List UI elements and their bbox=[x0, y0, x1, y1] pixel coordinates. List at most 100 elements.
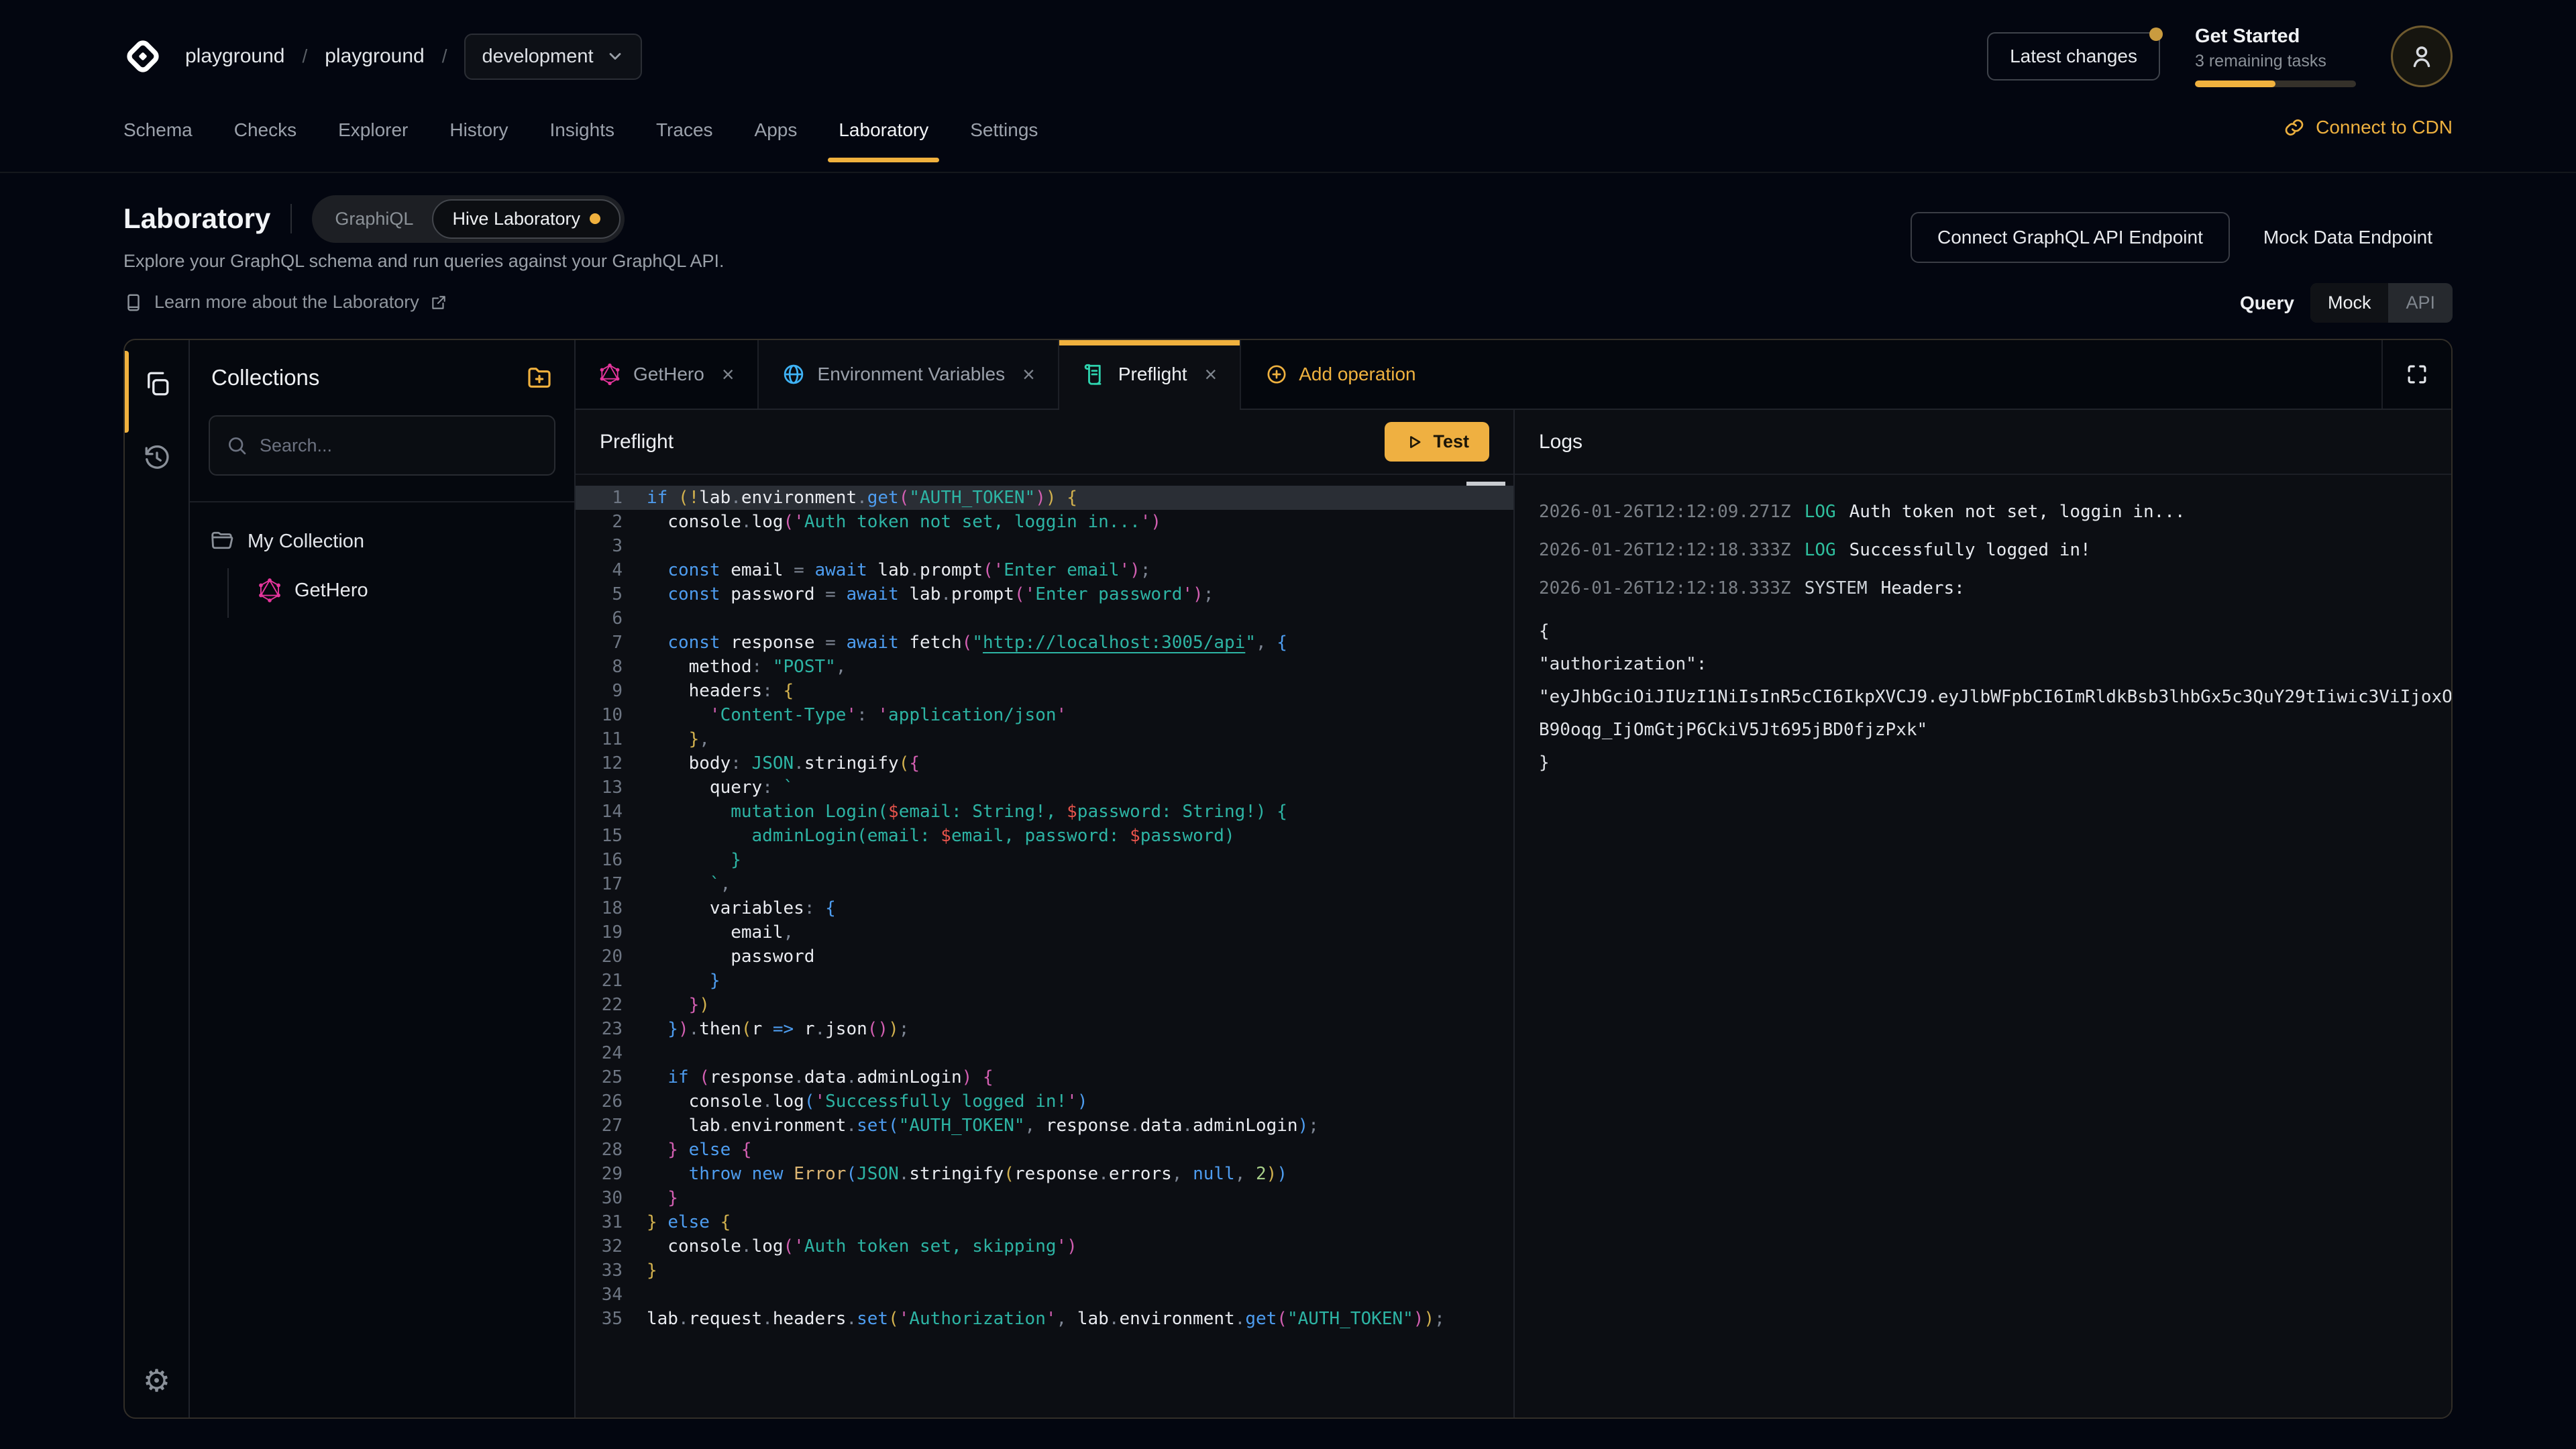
collections-icon[interactable] bbox=[142, 368, 172, 399]
nav-tab-insights[interactable]: Insights bbox=[533, 113, 631, 168]
title-divider bbox=[290, 204, 292, 233]
add-operation-button[interactable]: Add operation bbox=[1241, 340, 1440, 409]
code-line-5[interactable]: 5 const password = await lab.prompt('Ent… bbox=[576, 582, 1513, 606]
collection-operation-gethero[interactable]: GetHero bbox=[257, 568, 554, 612]
code-line-10[interactable]: 10 'Content-Type': 'application/json' bbox=[576, 703, 1513, 727]
breadcrumb-org[interactable]: playground bbox=[185, 45, 284, 68]
code-line-15[interactable]: 15 adminLogin(email: $email, password: $… bbox=[576, 824, 1513, 848]
code-line-16[interactable]: 16 } bbox=[576, 848, 1513, 872]
line-content: `, bbox=[647, 872, 1513, 896]
line-number: 9 bbox=[576, 679, 623, 703]
line-content: lab.environment.set("AUTH_TOKEN", respon… bbox=[647, 1114, 1513, 1138]
hive-logo-icon[interactable] bbox=[123, 37, 162, 76]
endpoint-mode-api[interactable]: API bbox=[2388, 283, 2453, 323]
code-line-30[interactable]: 30 } bbox=[576, 1186, 1513, 1210]
close-icon[interactable]: × bbox=[1022, 362, 1035, 387]
line-number: 12 bbox=[576, 751, 623, 775]
nav-tab-traces[interactable]: Traces bbox=[640, 113, 729, 168]
collection-folder-my-collection[interactable]: My Collection bbox=[210, 529, 554, 553]
page-title: Laboratory bbox=[123, 203, 270, 235]
line-number: 28 bbox=[576, 1138, 623, 1162]
settings-gear-icon[interactable]: ⚙ bbox=[143, 1362, 170, 1399]
line-number: 27 bbox=[576, 1114, 623, 1138]
code-line-3[interactable]: 3 bbox=[576, 534, 1513, 558]
code-line-6[interactable]: 6 bbox=[576, 606, 1513, 631]
code-line-23[interactable]: 23 }).then(r => r.json()); bbox=[576, 1017, 1513, 1041]
breadcrumb-project[interactable]: playground bbox=[325, 45, 424, 68]
fullscreen-button[interactable] bbox=[2381, 340, 2451, 409]
breadcrumb: playground / playground / development bbox=[185, 34, 642, 80]
code-line-18[interactable]: 18 variables: { bbox=[576, 896, 1513, 920]
line-content: } bbox=[647, 969, 1513, 993]
log-level: LOG bbox=[1805, 540, 1836, 560]
close-icon[interactable]: × bbox=[722, 362, 735, 387]
code-line-21[interactable]: 21 } bbox=[576, 969, 1513, 993]
nav-tab-history[interactable]: History bbox=[433, 113, 524, 168]
code-line-1[interactable]: 1if (!lab.environment.get("AUTH_TOKEN"))… bbox=[576, 486, 1513, 510]
line-content: headers: { bbox=[647, 679, 1513, 703]
code-line-9[interactable]: 9 headers: { bbox=[576, 679, 1513, 703]
latest-changes-button[interactable]: Latest changes bbox=[1987, 32, 2160, 80]
nav-tab-explorer[interactable]: Explorer bbox=[322, 113, 424, 168]
learn-more-link[interactable]: Learn more about the Laboratory bbox=[123, 292, 2453, 313]
tab-preflight[interactable]: Preflight × bbox=[1059, 340, 1241, 409]
target-selector[interactable]: development bbox=[464, 34, 641, 80]
code-line-34[interactable]: 34 bbox=[576, 1283, 1513, 1307]
search-input[interactable] bbox=[260, 435, 538, 456]
code-line-11[interactable]: 11 }, bbox=[576, 727, 1513, 751]
code-line-8[interactable]: 8 method: "POST", bbox=[576, 655, 1513, 679]
code-line-31[interactable]: 31} else { bbox=[576, 1210, 1513, 1234]
code-line-17[interactable]: 17 `, bbox=[576, 872, 1513, 896]
mock-data-endpoint-button[interactable]: Mock Data Endpoint bbox=[2243, 213, 2453, 262]
nav-tab-apps[interactable]: Apps bbox=[739, 113, 814, 168]
code-line-12[interactable]: 12 body: JSON.stringify({ bbox=[576, 751, 1513, 775]
globe-icon bbox=[782, 362, 806, 386]
nav-tab-schema[interactable]: Schema bbox=[107, 113, 209, 168]
code-editor[interactable]: 1if (!lab.environment.get("AUTH_TOKEN"))… bbox=[576, 475, 1513, 1417]
code-line-4[interactable]: 4 const email = await lab.prompt('Enter … bbox=[576, 558, 1513, 582]
scrollbar-indicator[interactable] bbox=[1466, 482, 1505, 486]
tab-environment-variables[interactable]: Environment Variables × bbox=[759, 340, 1059, 409]
code-line-27[interactable]: 27 lab.environment.set("AUTH_TOKEN", res… bbox=[576, 1114, 1513, 1138]
code-line-33[interactable]: 33} bbox=[576, 1258, 1513, 1283]
new-collection-folder-plus-icon[interactable] bbox=[526, 364, 553, 391]
code-line-20[interactable]: 20 password bbox=[576, 945, 1513, 969]
tab-gethero[interactable]: GetHero × bbox=[576, 340, 759, 409]
endpoint-mode-mock[interactable]: Mock bbox=[2310, 283, 2389, 323]
code-line-28[interactable]: 28 } else { bbox=[576, 1138, 1513, 1162]
code-line-25[interactable]: 25 if (response.data.adminLogin) { bbox=[576, 1065, 1513, 1089]
code-line-19[interactable]: 19 email, bbox=[576, 920, 1513, 945]
code-line-13[interactable]: 13 query: ` bbox=[576, 775, 1513, 800]
close-icon[interactable]: × bbox=[1205, 362, 1218, 387]
log-json-block: { "authorization":"eyJhbGciOiJIUzI1NiIsI… bbox=[1539, 615, 2451, 780]
nav-tab-laboratory[interactable]: Laboratory bbox=[822, 113, 945, 168]
nav-tab-checks[interactable]: Checks bbox=[218, 113, 313, 168]
get-started-widget[interactable]: Get Started 3 remaining tasks bbox=[2195, 25, 2356, 87]
code-line-24[interactable]: 24 bbox=[576, 1041, 1513, 1065]
code-line-29[interactable]: 29 throw new Error(JSON.stringify(respon… bbox=[576, 1162, 1513, 1186]
code-line-35[interactable]: 35lab.request.headers.set('Authorization… bbox=[576, 1307, 1513, 1331]
mode-option-hive-laboratory[interactable]: Hive Laboratory bbox=[432, 199, 621, 239]
line-number: 2 bbox=[576, 510, 623, 534]
external-link-icon bbox=[430, 294, 447, 311]
code-line-22[interactable]: 22 }) bbox=[576, 993, 1513, 1017]
nav-tab-settings[interactable]: Settings bbox=[954, 113, 1054, 168]
line-content: mutation Login($email: String!, $passwor… bbox=[647, 800, 1513, 824]
code-line-7[interactable]: 7 const response = await fetch("http://l… bbox=[576, 631, 1513, 655]
code-line-32[interactable]: 32 console.log('Auth token set, skipping… bbox=[576, 1234, 1513, 1258]
connect-to-cdn-link[interactable]: Connect to CDN bbox=[2284, 117, 2453, 138]
connect-graphql-api-endpoint-button[interactable]: Connect GraphQL API Endpoint bbox=[1911, 212, 2230, 263]
mode-option-graphiql[interactable]: GraphiQL bbox=[316, 201, 432, 237]
code-line-2[interactable]: 2 console.log('Auth token not set, loggi… bbox=[576, 510, 1513, 534]
test-button[interactable]: Test bbox=[1385, 422, 1489, 462]
collections-search[interactable] bbox=[209, 415, 555, 476]
folder-open-icon bbox=[210, 529, 234, 553]
line-number: 29 bbox=[576, 1162, 623, 1186]
history-icon[interactable] bbox=[142, 442, 172, 473]
collections-title: Collections bbox=[211, 365, 319, 390]
code-line-14[interactable]: 14 mutation Login($email: String!, $pass… bbox=[576, 800, 1513, 824]
code-line-26[interactable]: 26 console.log('Successfully logged in!'… bbox=[576, 1089, 1513, 1114]
logs-output[interactable]: 2026-01-26T12:12:09.271ZLOGAuth token no… bbox=[1515, 475, 2451, 1417]
line-number: 8 bbox=[576, 655, 623, 679]
user-avatar[interactable] bbox=[2391, 25, 2453, 87]
